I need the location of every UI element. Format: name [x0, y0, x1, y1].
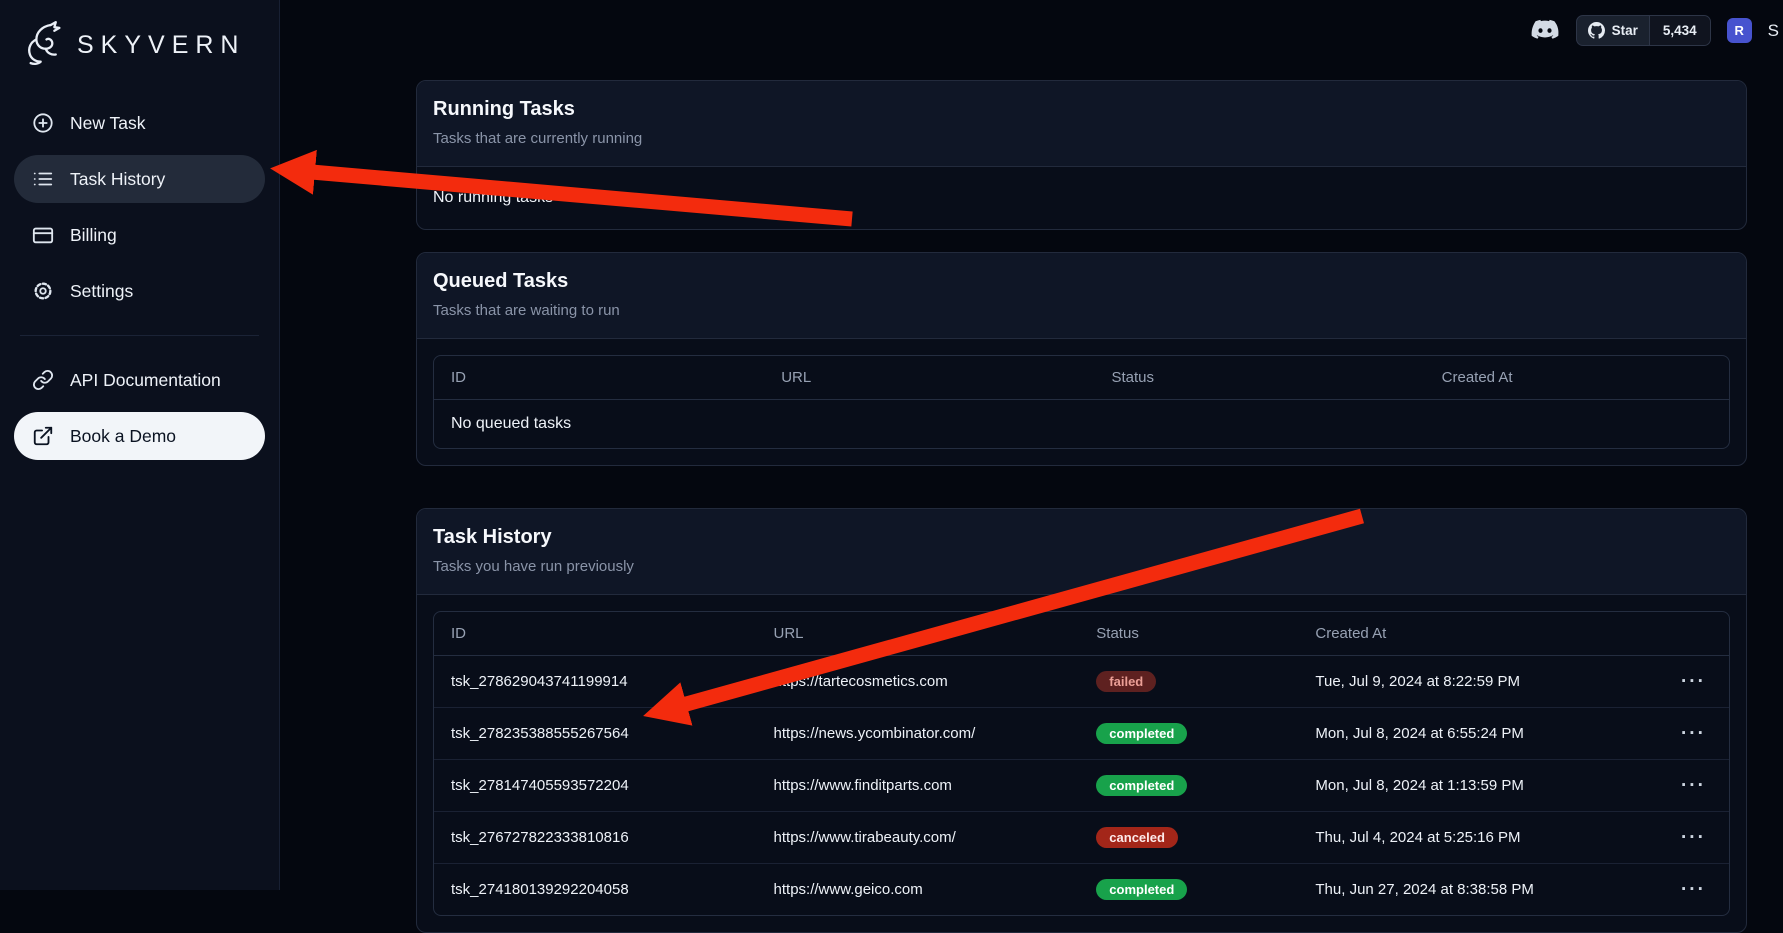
sidebar-item-book-a-demo[interactable]: Book a Demo	[14, 412, 265, 460]
github-star-widget[interactable]: Star 5,434	[1576, 15, 1711, 46]
column-header-created-at: Created At	[1425, 356, 1729, 400]
task-row[interactable]: tsk_278235388555267564 https://news.ycom…	[434, 708, 1729, 760]
column-header-actions	[1658, 612, 1729, 656]
avatar[interactable]: R	[1727, 18, 1752, 43]
link-icon	[32, 369, 54, 391]
sidebar-item-label: Task History	[70, 169, 165, 190]
task-row[interactable]: tsk_274180139292204058 https://www.geico…	[434, 864, 1729, 916]
list-icon	[32, 168, 54, 190]
sidebar-nav: New Task Task History Billing Settings	[14, 99, 265, 315]
brand-logo[interactable]: SKYVERN	[14, 16, 265, 75]
queued-tasks-header: Queued Tasks Tasks that are waiting to r…	[417, 253, 1746, 339]
sidebar-item-label: Settings	[70, 281, 133, 302]
topbar: Star 5,434 R S	[1530, 15, 1779, 46]
task-url-cell: https://www.tirabeauty.com/	[757, 812, 1080, 864]
sidebar-item-task-history[interactable]: Task History	[14, 155, 265, 203]
github-icon	[1588, 22, 1605, 39]
running-tasks-empty-state: No running tasks	[417, 167, 1746, 229]
task-created-cell: Tue, Jul 9, 2024 at 8:22:59 PM	[1298, 656, 1658, 708]
status-badge: canceled	[1096, 827, 1178, 848]
status-badge: failed	[1096, 671, 1156, 692]
task-history-table: ID URL Status Created At tsk_27862904374…	[434, 612, 1729, 915]
card-title: Running Tasks	[433, 98, 1730, 121]
skyvern-logo-icon	[22, 20, 68, 71]
sidebar-item-label: Book a Demo	[70, 426, 176, 447]
column-header-id: ID	[434, 612, 757, 656]
task-row[interactable]: tsk_276727822333810816 https://www.tirab…	[434, 812, 1729, 864]
sidebar-secondary-nav: API Documentation Book a Demo	[14, 356, 265, 460]
task-row[interactable]: tsk_278629043741199914 https://tartecosm…	[434, 656, 1729, 708]
task-row[interactable]: tsk_278147405593572204 https://www.findi…	[434, 760, 1729, 812]
column-header-status: Status	[1079, 612, 1298, 656]
column-header-status: Status	[1094, 356, 1424, 400]
sidebar-item-settings[interactable]: Settings	[14, 267, 265, 315]
task-created-cell: Mon, Jul 8, 2024 at 6:55:24 PM	[1298, 708, 1658, 760]
column-header-created-at: Created At	[1298, 612, 1658, 656]
table-header-row: ID URL Status Created At	[434, 612, 1729, 656]
external-link-icon	[32, 425, 54, 447]
status-badge: completed	[1096, 775, 1187, 796]
card-subtitle: Tasks you have run previously	[433, 558, 1730, 575]
task-history-header: Task History Tasks you have run previous…	[417, 509, 1746, 595]
row-actions-button[interactable]: ···	[1675, 775, 1712, 796]
sidebar-item-label: Billing	[70, 225, 117, 246]
card-title: Queued Tasks	[433, 270, 1730, 293]
task-url-cell: https://news.ycombinator.com/	[757, 708, 1080, 760]
avatar-initial: R	[1734, 23, 1743, 38]
sidebar-item-label: API Documentation	[70, 370, 221, 391]
row-actions-button[interactable]: ···	[1675, 671, 1712, 692]
table-header-row: ID URL Status Created At	[434, 356, 1729, 400]
sidebar-item-api-documentation[interactable]: API Documentation	[14, 356, 265, 404]
running-tasks-card: Running Tasks Tasks that are currently r…	[416, 80, 1747, 230]
running-tasks-header: Running Tasks Tasks that are currently r…	[417, 81, 1746, 167]
discord-button[interactable]	[1530, 19, 1560, 42]
task-history-card: Task History Tasks you have run previous…	[416, 508, 1747, 933]
plus-circle-icon	[32, 112, 54, 134]
task-created-cell: Thu, Jul 4, 2024 at 5:25:16 PM	[1298, 812, 1658, 864]
task-created-cell: Mon, Jul 8, 2024 at 1:13:59 PM	[1298, 760, 1658, 812]
card-subtitle: Tasks that are waiting to run	[433, 302, 1730, 319]
github-star-count: 5,434	[1649, 16, 1710, 45]
task-id-cell: tsk_278235388555267564	[434, 708, 757, 760]
card-title: Task History	[433, 526, 1730, 549]
row-actions-button[interactable]: ···	[1675, 723, 1712, 744]
github-star-label: Star	[1612, 23, 1638, 38]
main-content: Running Tasks Tasks that are currently r…	[280, 0, 1783, 933]
column-header-url: URL	[764, 356, 1094, 400]
row-actions-button[interactable]: ···	[1675, 827, 1712, 848]
task-id-cell: tsk_278147405593572204	[434, 760, 757, 812]
task-history-table-wrap: ID URL Status Created At tsk_27862904374…	[417, 595, 1746, 932]
discord-icon	[1530, 19, 1560, 42]
task-id-cell: tsk_278629043741199914	[434, 656, 757, 708]
task-id-cell: tsk_274180139292204058	[434, 864, 757, 916]
task-url-cell: https://tartecosmetics.com	[757, 656, 1080, 708]
status-badge: completed	[1096, 723, 1187, 744]
gear-icon	[32, 280, 54, 302]
queued-tasks-card: Queued Tasks Tasks that are waiting to r…	[416, 252, 1747, 466]
sidebar-item-billing[interactable]: Billing	[14, 211, 265, 259]
sidebar: SKYVERN New Task Task History Billing Se…	[0, 0, 280, 890]
card-subtitle: Tasks that are currently running	[433, 130, 1730, 147]
queued-tasks-table-wrap: ID URL Status Created At No queued tasks	[417, 339, 1746, 465]
queued-tasks-table: ID URL Status Created At No queued tasks	[434, 356, 1729, 448]
sidebar-item-new-task[interactable]: New Task	[14, 99, 265, 147]
task-created-cell: Thu, Jun 27, 2024 at 8:38:58 PM	[1298, 864, 1658, 916]
task-id-cell: tsk_276727822333810816	[434, 812, 757, 864]
queued-tasks-empty-state: No queued tasks	[434, 400, 1729, 449]
empty-row: No queued tasks	[434, 400, 1729, 449]
column-header-url: URL	[757, 612, 1080, 656]
user-label: S	[1768, 21, 1779, 41]
task-url-cell: https://www.finditparts.com	[757, 760, 1080, 812]
sidebar-divider	[20, 335, 259, 336]
credit-card-icon	[32, 224, 54, 246]
brand-name: SKYVERN	[77, 31, 245, 60]
task-url-cell: https://www.geico.com	[757, 864, 1080, 916]
sidebar-item-label: New Task	[70, 113, 146, 134]
column-header-id: ID	[434, 356, 764, 400]
